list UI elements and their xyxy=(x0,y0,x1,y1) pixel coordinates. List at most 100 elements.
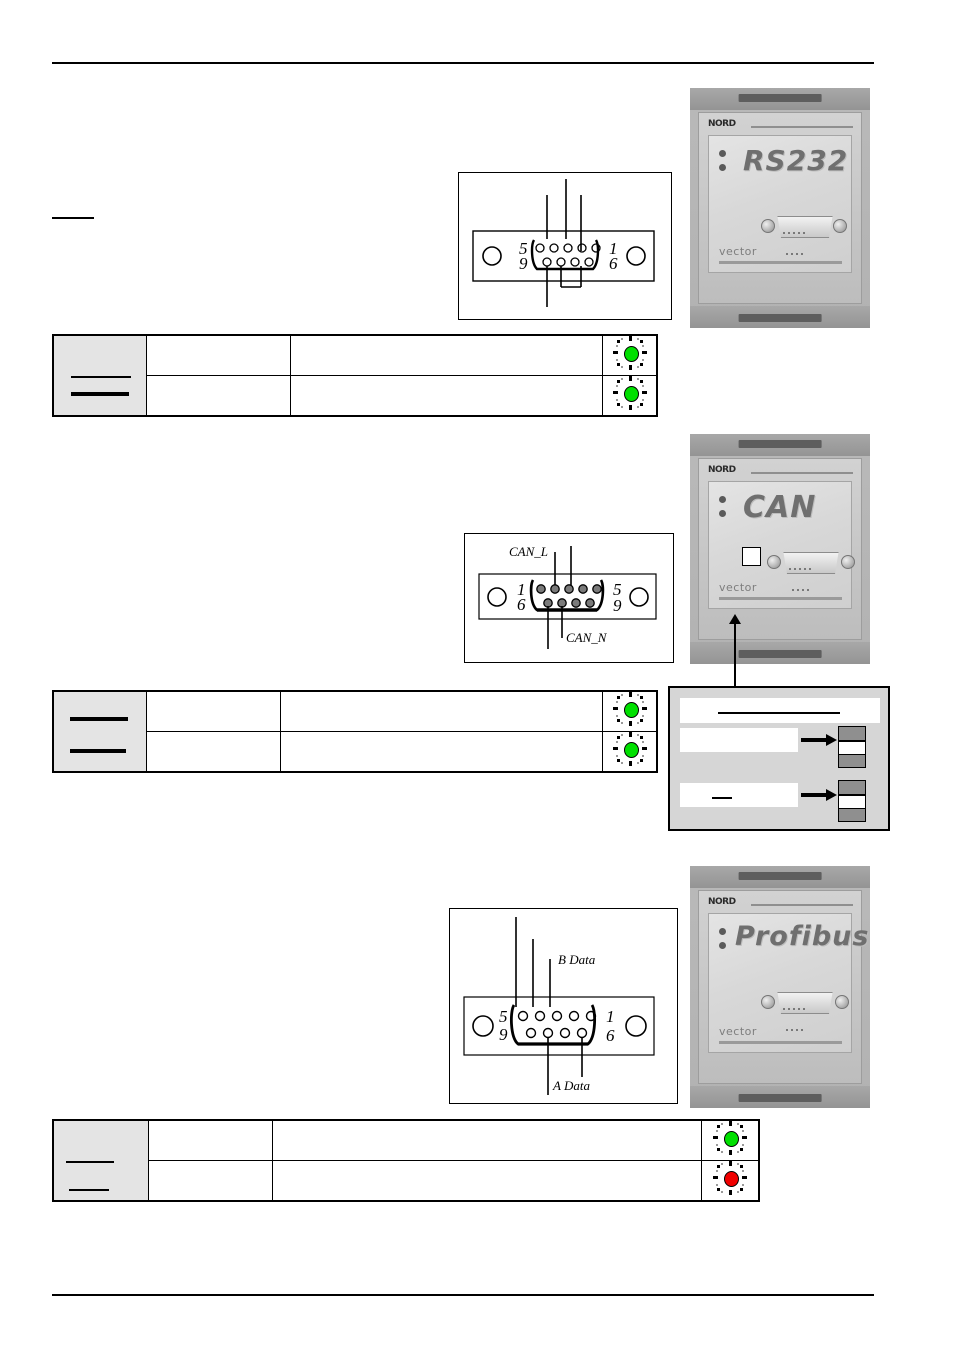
module-dsub-connector xyxy=(761,990,849,1031)
pin-number-6: 6 xyxy=(606,1026,615,1045)
led-indicator-green xyxy=(612,692,647,726)
redacted-text-line xyxy=(70,717,128,721)
redacted-text-line xyxy=(69,1189,109,1191)
led-condition-cell xyxy=(145,690,282,732)
led-indicator-green xyxy=(612,336,647,370)
module-faceplate: Profibus vector xyxy=(708,913,868,1053)
led-description-cell xyxy=(271,1160,703,1202)
dsub-screw-right xyxy=(835,995,849,1009)
module-title: CAN xyxy=(743,490,817,525)
module-notch xyxy=(738,94,822,102)
module-led-1 xyxy=(719,496,726,503)
can-led-table xyxy=(52,690,658,773)
rs232-module-photo: NORD RS232 vector xyxy=(690,88,870,328)
dip-switch-1-position xyxy=(839,740,865,754)
module-vendor-rule xyxy=(719,1041,842,1044)
dsub-pins xyxy=(789,557,814,596)
module-led-1 xyxy=(719,928,726,935)
led-name-cell xyxy=(52,1119,149,1202)
pin-label-can-n: CAN_N xyxy=(566,630,608,645)
led-indicator-cell xyxy=(701,1119,760,1161)
redacted-text-line xyxy=(712,797,732,799)
pin-label-can-l: CAN_L xyxy=(509,544,548,559)
redacted-text-line xyxy=(718,712,840,714)
dsub-pins xyxy=(783,997,808,1036)
pin-number-9: 9 xyxy=(499,1025,508,1044)
redacted-text-line xyxy=(71,376,131,378)
led-indicator-green xyxy=(612,376,647,410)
led-indicator-red xyxy=(713,1161,748,1195)
dip-switch-1 xyxy=(838,726,866,768)
led-condition-cell xyxy=(148,1160,273,1202)
pin-number-9: 9 xyxy=(519,254,528,273)
pin-number-6: 6 xyxy=(517,595,526,614)
led-description-cell xyxy=(271,1119,703,1161)
pin-number-6: 6 xyxy=(609,254,618,273)
led-condition-cell xyxy=(145,731,282,773)
profibus-led-table xyxy=(52,1119,760,1202)
led-indicator-cell xyxy=(602,690,658,732)
module-title: RS232 xyxy=(743,144,849,177)
module-brand-rule xyxy=(751,904,853,906)
dip-panel-title-field xyxy=(680,698,880,723)
led-description-cell xyxy=(290,375,604,417)
table-row xyxy=(52,690,658,773)
module-led-2 xyxy=(719,510,726,517)
table-row xyxy=(53,1160,760,1202)
led-description-cell xyxy=(280,690,604,732)
module-brand-label: NORD xyxy=(708,897,736,907)
module-bottom-cap xyxy=(690,306,870,328)
module-top-cap xyxy=(690,434,870,456)
header-rule xyxy=(52,62,874,64)
module-notch xyxy=(738,1094,822,1102)
module-brand-label: NORD xyxy=(708,465,736,475)
dip-callout-leader xyxy=(734,622,736,688)
module-notch xyxy=(738,440,822,448)
module-vendor-rule xyxy=(719,261,842,264)
module-dsub-connector xyxy=(767,550,855,591)
rs232-led-table xyxy=(52,334,658,417)
module-notch xyxy=(738,872,822,880)
dip-switch-2 xyxy=(838,780,866,822)
pin-label-b-data: B Data xyxy=(558,952,596,967)
module-dsub-connector xyxy=(761,214,847,255)
dip-arrow-2 xyxy=(801,789,837,801)
can-module-photo: NORD CAN vector xyxy=(690,434,870,664)
module-faceplate: RS232 vector xyxy=(708,135,852,273)
dsub-screw-left xyxy=(767,555,781,569)
module-vendor-label: vector xyxy=(719,581,757,594)
module-status-leds xyxy=(719,928,726,956)
module-led-2 xyxy=(719,942,726,949)
module-body: NORD Profibus vector xyxy=(698,890,868,1084)
module-notch xyxy=(738,650,822,658)
dsub-screw-right xyxy=(833,219,847,233)
dip-panel-label-field-1 xyxy=(680,728,798,752)
pin-number-1: 1 xyxy=(606,1007,615,1026)
led-indicator-cell xyxy=(602,334,658,376)
can-pinout-diagram: 1 5 6 9 CAN_L CAN_N xyxy=(464,533,674,663)
module-body: NORD CAN vector xyxy=(698,458,862,640)
dsub-screw-left xyxy=(761,995,775,1009)
module-vendor-rule xyxy=(719,597,842,600)
dip-switch-location-marker xyxy=(742,547,761,566)
dip-arrow-1 xyxy=(801,734,837,746)
dsub-pins xyxy=(783,221,808,260)
module-brand-rule xyxy=(751,126,853,128)
led-indicator-cell xyxy=(602,375,658,417)
document-page: 5 1 9 6 NORD RS232 vector 1 5 6 9 CAN_L … xyxy=(0,0,954,1350)
module-top-cap xyxy=(690,866,870,888)
redacted-text-line xyxy=(71,392,129,396)
led-indicator-green xyxy=(612,732,647,766)
module-bottom-cap xyxy=(690,1086,870,1108)
redacted-text-line xyxy=(70,749,126,753)
footer-rule xyxy=(52,1294,874,1296)
led-condition-cell xyxy=(148,1119,273,1161)
profibus-pinout-diagram: 5 1 9 6 B Data A Data xyxy=(449,908,678,1104)
led-name-cell xyxy=(52,334,147,417)
table-row xyxy=(52,1119,760,1202)
module-notch xyxy=(738,314,822,322)
module-vendor-label: vector xyxy=(719,1025,757,1038)
module-status-leds xyxy=(719,496,726,524)
module-brand-rule xyxy=(751,472,853,474)
led-condition-cell xyxy=(145,375,292,417)
